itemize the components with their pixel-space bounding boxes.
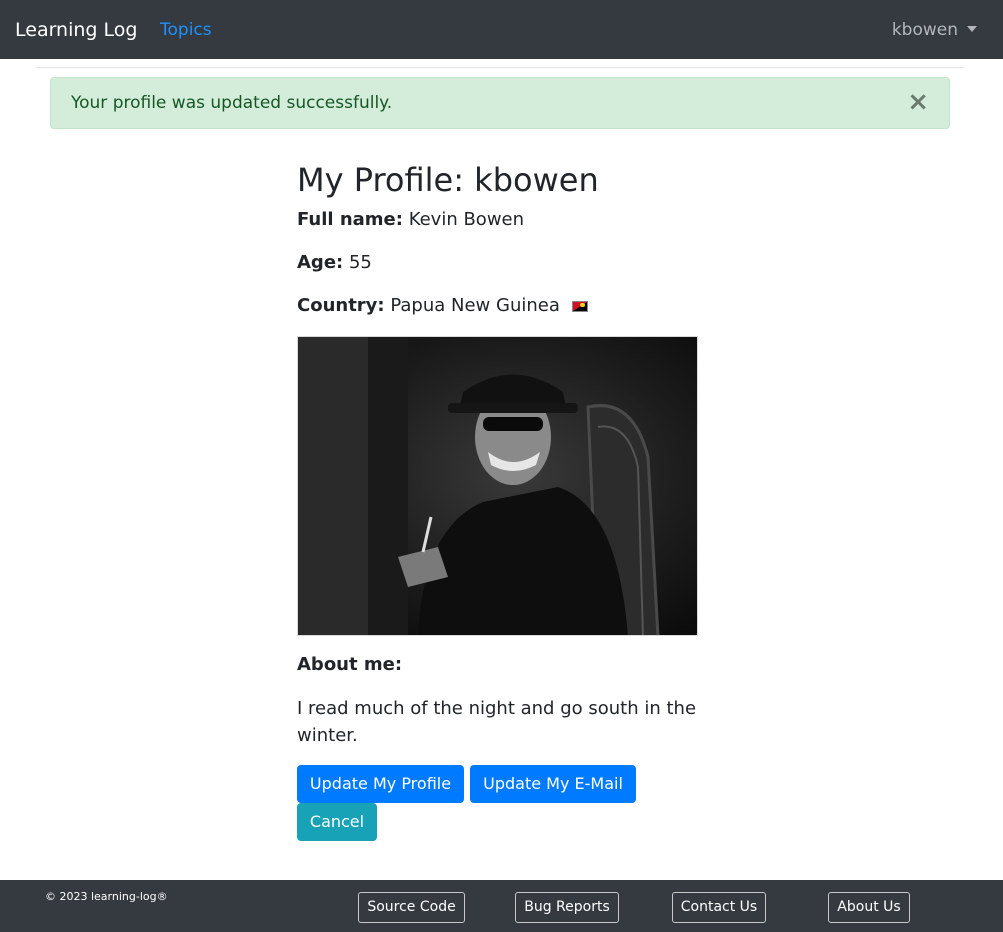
divider (35, 67, 965, 68)
close-icon[interactable]: × (907, 87, 929, 117)
brand-link[interactable]: Learning Log (15, 18, 137, 42)
top-navbar: Learning Log Topics kbowen (0, 0, 1003, 59)
papua-new-guinea-flag-icon (571, 301, 588, 312)
update-profile-button[interactable]: Update My Profile (297, 765, 464, 803)
full-name-label: Full name: (297, 209, 403, 230)
user-menu-label: kbowen (891, 20, 958, 40)
full-name-value: Kevin Bowen (408, 209, 525, 230)
full-name-row: Full name: Kevin Bowen (297, 208, 524, 232)
success-alert: Your profile was updated successfully. × (50, 77, 950, 129)
country-label: Country: (297, 295, 385, 316)
age-row: Age: 55 (297, 251, 372, 275)
profile-photo (297, 336, 698, 636)
footer: © 2023 learning-log® Source Code Bug Rep… (0, 880, 1003, 932)
page-title: My Profile: kbowen (297, 161, 599, 199)
alert-message: Your profile was updated successfully. (71, 93, 393, 113)
update-email-button[interactable]: Update My E-Mail (470, 765, 636, 803)
cancel-button[interactable]: Cancel (297, 803, 377, 841)
user-menu-toggle[interactable]: kbowen (892, 19, 977, 41)
caret-down-icon (967, 26, 977, 32)
age-value: 55 (348, 252, 372, 273)
about-text: I read much of the night and go south in… (297, 698, 697, 746)
nav-topics-link[interactable]: Topics (160, 19, 212, 41)
copyright-text: © 2023 learning-log® (45, 890, 168, 903)
source-code-button[interactable]: Source Code (358, 892, 465, 923)
about-us-button[interactable]: About Us (828, 892, 910, 923)
country-row: Country: Papua New Guinea (297, 294, 588, 318)
about-label: About me: (297, 654, 403, 675)
bug-reports-button[interactable]: Bug Reports (515, 892, 619, 923)
age-label: Age: (297, 252, 344, 273)
country-value: Papua New Guinea (390, 295, 560, 316)
contact-us-button[interactable]: Contact Us (672, 892, 766, 923)
profile-section: My Profile: kbowen Full name: Kevin Bowe… (297, 160, 707, 841)
